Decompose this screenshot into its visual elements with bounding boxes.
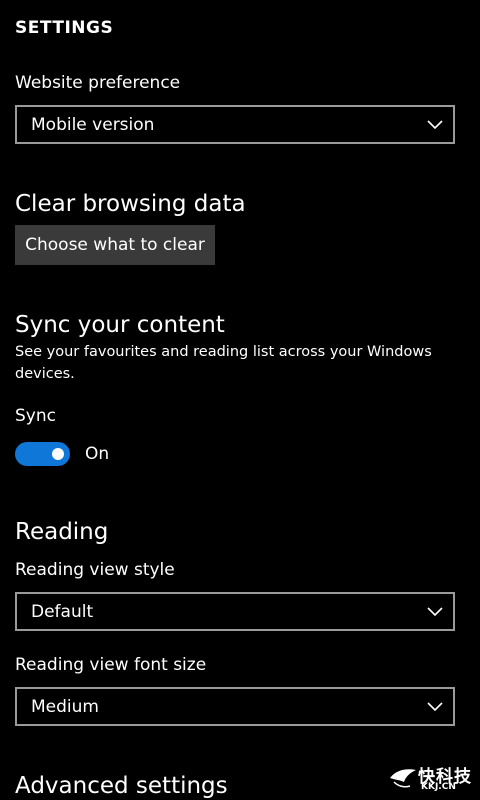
reading-font-size-label: Reading view font size bbox=[15, 655, 207, 675]
choose-what-to-clear-button[interactable]: Choose what to clear bbox=[15, 225, 215, 265]
reading-font-size-value: Medium bbox=[31, 697, 99, 717]
toggle-knob bbox=[52, 448, 64, 460]
website-preference-combo[interactable]: Mobile version bbox=[15, 105, 455, 144]
reading-font-size-combo[interactable]: Medium bbox=[15, 687, 455, 726]
reading-view-style-value: Default bbox=[31, 602, 94, 622]
website-preference-label: Website preference bbox=[15, 73, 181, 93]
page-title: SETTINGS bbox=[15, 18, 114, 38]
watermark-sub-text: KKJ.CN bbox=[421, 782, 456, 792]
reading-view-style-combo[interactable]: Default bbox=[15, 592, 455, 631]
sync-toggle-state: On bbox=[85, 444, 110, 464]
chevron-down-icon bbox=[427, 702, 443, 712]
chevron-down-icon bbox=[427, 120, 443, 130]
watermark: 快科技 KKJ.CN bbox=[388, 762, 476, 796]
bird-logo-icon bbox=[390, 769, 416, 788]
settings-page: SETTINGS Website preference Mobile versi… bbox=[0, 0, 480, 800]
sync-toggle[interactable] bbox=[15, 442, 70, 466]
website-preference-value: Mobile version bbox=[31, 115, 155, 135]
reading-heading: Reading bbox=[15, 519, 109, 545]
clear-browsing-heading: Clear browsing data bbox=[15, 191, 246, 217]
advanced-settings-heading: Advanced settings bbox=[15, 773, 228, 799]
sync-heading: Sync your content bbox=[15, 312, 225, 338]
sync-description: See your favourites and reading list acr… bbox=[15, 344, 432, 382]
sync-toggle-label: Sync bbox=[15, 406, 56, 426]
chevron-down-icon bbox=[427, 607, 443, 617]
reading-view-style-label: Reading view style bbox=[15, 560, 175, 580]
